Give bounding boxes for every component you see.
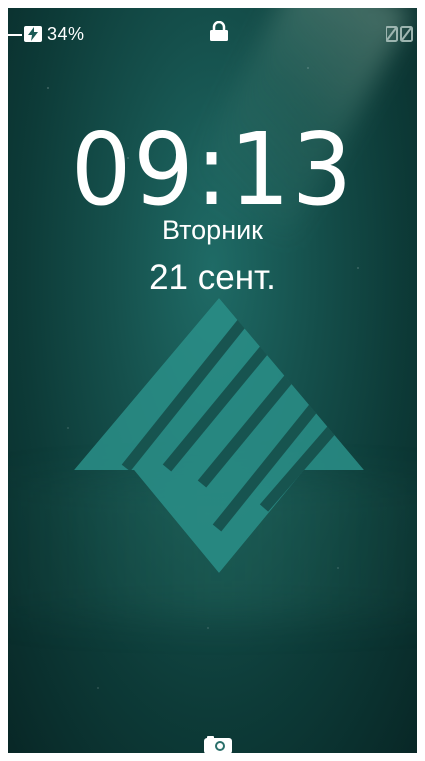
lock-icon bbox=[208, 20, 230, 46]
lock-date: 21 сент. bbox=[149, 258, 276, 297]
lock-weekday: Вторник bbox=[161, 215, 263, 245]
battery-charging-icon bbox=[24, 26, 42, 42]
lock-clock: 09:13 bbox=[70, 111, 355, 228]
camera-icon[interactable] bbox=[204, 736, 232, 753]
battery-indicator-line bbox=[8, 34, 22, 36]
triangle-stripes-logo bbox=[74, 298, 364, 578]
battery-percent: 34% bbox=[47, 24, 85, 44]
no-signal-icon bbox=[385, 26, 414, 47]
lock-screen: 34% 09:13 Вторник 21 сент. bbox=[8, 8, 417, 753]
status-bar: 34% bbox=[8, 8, 417, 48]
